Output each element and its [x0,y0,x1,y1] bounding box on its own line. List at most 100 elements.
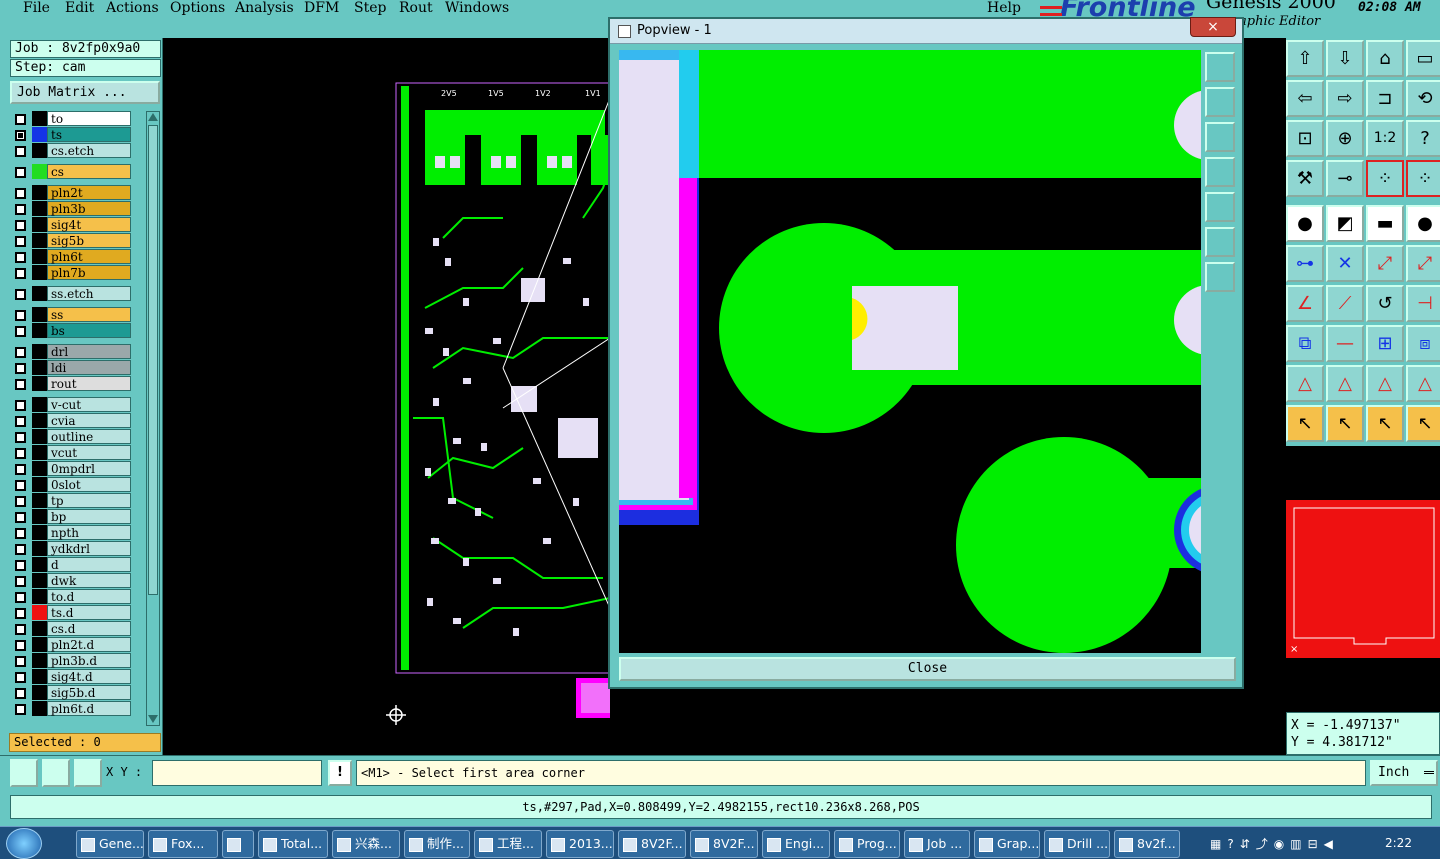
layer-row-sig5b-d[interactable]: sig5b.d [10,685,134,700]
connect-icon[interactable]: ⊶ [1286,245,1324,282]
net-highlight-icon[interactable]: ⁘ [1366,160,1404,197]
layer-checkbox[interactable] [15,252,26,263]
layer-name[interactable]: ss [47,307,131,322]
layer-row-tp[interactable]: tp [10,493,134,508]
job-matrix-button[interactable]: Job Matrix ... [10,81,160,104]
layer-color-swatch[interactable] [32,164,47,179]
home-icon[interactable]: ⌂ [1366,40,1404,77]
layer-checkbox[interactable] [15,464,26,475]
layer-color-swatch[interactable] [32,525,47,540]
taskbar-item[interactable]: Drill ... [1044,830,1110,858]
layer-row-ydkdrl[interactable]: ydkdrl [10,541,134,556]
taskbar-item[interactable]: Grap... [974,830,1040,858]
layer-checkbox[interactable] [15,188,26,199]
cross-icon[interactable]: ✕ [1326,245,1364,282]
triangle-1-icon[interactable]: △ [1286,365,1324,402]
layer-row-pln2t[interactable]: pln2t [10,185,134,200]
layer-name[interactable]: npth [47,525,131,540]
line-add-icon[interactable]: ⤢ [1406,245,1440,282]
taskbar-item[interactable]: 兴森... [332,830,400,858]
layer-name[interactable]: sig5b [47,233,131,248]
scroll-down-icon[interactable] [148,715,158,723]
pan-down-icon[interactable] [1205,122,1235,152]
pointer-icon[interactable]: ↖ [1286,405,1324,442]
drill-icon[interactable]: ● [1406,205,1440,242]
draw-line-icon[interactable]: ∠ [1286,285,1324,322]
layer-name[interactable]: tp [47,493,131,508]
home-down-icon[interactable]: ⇩ [1326,40,1364,77]
execute-button[interactable]: ! [328,760,352,786]
layer-checkbox[interactable] [15,608,26,619]
taskbar-item[interactable]: Fox... [148,830,218,858]
layer-checkbox[interactable] [15,704,26,715]
layer-checkbox[interactable] [15,220,26,231]
layer-color-swatch[interactable] [32,233,47,248]
overview-map[interactable]: × [1286,446,1440,710]
layer-color-swatch[interactable] [32,323,47,338]
zoom-fit-icon[interactable] [1205,227,1235,257]
layer-row-cs-d[interactable]: cs.d [10,621,134,636]
triangle-2-icon[interactable]: △ [1326,365,1364,402]
taskbar-item[interactable]: 2013... [546,830,614,858]
taskbar-item[interactable]: Job ... [904,830,970,858]
layer-checkbox[interactable] [15,204,26,215]
layer-color-swatch[interactable] [32,493,47,508]
layer-row-vcut[interactable]: vcut [10,445,134,460]
layer-scrollbar[interactable] [146,111,160,726]
layer-row-cs[interactable]: cs [10,164,134,179]
layer-row-outline[interactable]: outline [10,429,134,444]
layer-color-swatch[interactable] [32,429,47,444]
window-icon[interactable]: ▭ [1406,40,1440,77]
layer-checkbox[interactable] [15,640,26,651]
taskbar-item[interactable]: 8V2F... [690,830,758,858]
layer-row-drl[interactable]: drl [10,344,134,359]
layer-name[interactable]: vcut [47,445,131,460]
layer-row-to[interactable]: to [10,111,134,126]
popview-canvas[interactable] [619,50,1201,653]
layer-checkbox[interactable] [15,289,26,300]
layer-row-sig4t-d[interactable]: sig4t.d [10,669,134,684]
taskbar-item[interactable]: 8V2F... [618,830,686,858]
layer-row-pln3b[interactable]: pln3b [10,201,134,216]
layer-color-swatch[interactable] [32,541,47,556]
taskbar-item[interactable]: Gene... [76,830,144,858]
layer-checkbox[interactable] [15,326,26,337]
layer-name[interactable]: rout [47,376,131,391]
layer-checkbox[interactable] [15,528,26,539]
add-pad-icon[interactable]: ● [1286,205,1324,242]
layer-row-0slot[interactable]: 0slot [10,477,134,492]
layer-checkbox[interactable] [15,347,26,358]
layer-color-swatch[interactable] [32,127,47,142]
layer-name[interactable]: sig5b.d [47,685,131,700]
layer-name[interactable]: v-cut [47,397,131,412]
layer-color-swatch[interactable] [32,265,47,280]
layer-row-v-cut[interactable]: v-cut [10,397,134,412]
pan-left-icon[interactable] [1205,157,1235,187]
layer-name[interactable]: pln3b [47,201,131,216]
layer-checkbox[interactable] [15,310,26,321]
menu-dfm[interactable]: DFM [304,0,339,17]
center-icon[interactable]: ⊕ [1326,120,1364,157]
angle-mode-icon[interactable] [42,759,70,787]
layer-name[interactable]: bp [47,509,131,524]
pan-right-tool-icon[interactable]: ⇨ [1326,80,1364,117]
menu-step[interactable]: Step [354,0,386,17]
select-pointer-icon[interactable]: ↖ [1326,405,1364,442]
link-icon[interactable]: ⤢ [1366,245,1404,282]
layer-row-rout[interactable]: rout [10,376,134,391]
pcb-board-view[interactable]: 2V5 1V5 1V2 1V1 [163,38,610,755]
layer-checkbox[interactable] [15,624,26,635]
layer-color-swatch[interactable] [32,653,47,668]
layer-color-swatch[interactable] [32,669,47,684]
layer-color-swatch[interactable] [32,111,47,126]
grid-mode-icon[interactable] [74,759,102,787]
layer-row-dwk[interactable]: dwk [10,573,134,588]
layer-color-swatch[interactable] [32,185,47,200]
layer-checkbox[interactable] [15,146,26,157]
layer-row-sig5b[interactable]: sig5b [10,233,134,248]
copy-icon[interactable]: ⧉ [1286,325,1324,362]
measure-probe-icon[interactable]: ⊸ [1326,160,1364,197]
net-select-icon[interactable]: ⁘ [1406,160,1440,197]
layer-color-swatch[interactable] [32,376,47,391]
layer-name[interactable]: ss.etch [47,286,131,301]
